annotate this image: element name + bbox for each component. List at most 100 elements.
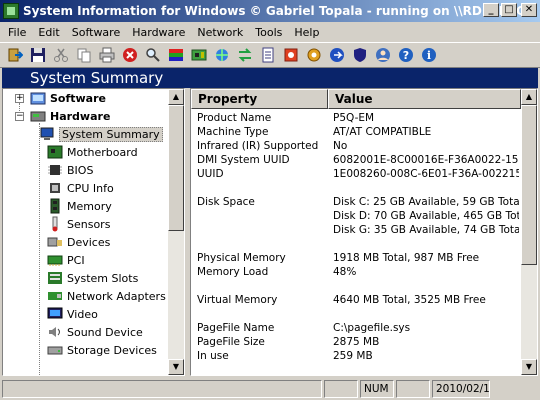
tree-label: Storage Devices <box>67 343 157 357</box>
menu-software[interactable]: Software <box>66 26 127 39</box>
property-cell: UUID <box>197 168 224 180</box>
bios-chip-icon <box>48 165 62 175</box>
save-icon[interactable] <box>27 44 49 66</box>
value-cell: 2875 MB <box>333 336 380 348</box>
property-cell: Disk Space <box>197 196 255 208</box>
property-cell: PageFile Name <box>197 322 275 334</box>
tree-item-video[interactable]: Video <box>47 305 98 323</box>
tree-item-sensors[interactable]: Sensors <box>47 215 110 233</box>
column-header-property[interactable]: Property <box>191 89 328 109</box>
column-header-value[interactable]: Value <box>328 89 521 109</box>
app-icon <box>3 3 19 19</box>
exit-icon[interactable] <box>4 44 26 66</box>
property-cell: DMI System UUID <box>197 154 290 166</box>
close-button[interactable]: ✕ <box>521 3 537 17</box>
scroll-thumb[interactable] <box>168 105 184 231</box>
status-date: 2010/02/13 <box>432 380 490 398</box>
menu-bar: File Edit Software Hardware Network Tool… <box>0 22 540 42</box>
sensors-icon <box>52 216 58 232</box>
tree-item-bios[interactable]: BIOS <box>47 161 93 179</box>
property-cell: Infrared (IR) Supported <box>197 140 319 152</box>
scroll-down-button[interactable]: ▼ <box>168 359 184 375</box>
size-grip-icon[interactable] <box>492 380 504 398</box>
tree-item-storage-devices[interactable]: Storage Devices <box>47 341 157 359</box>
collapse-toggle[interactable]: − <box>15 111 24 121</box>
menu-network[interactable]: Network <box>191 26 249 39</box>
navigation-tree[interactable]: + Software − Hardware System Summary Mot… <box>2 88 185 376</box>
tree-item-cpu-info[interactable]: CPU Info <box>47 179 114 197</box>
tree-node-software[interactable]: + Software <box>15 89 106 107</box>
tree-label: BIOS <box>67 163 94 177</box>
value-cell <box>333 279 519 293</box>
cpu-icon <box>50 183 60 193</box>
tree-item-system-slots[interactable]: System Slots <box>47 269 138 287</box>
minimize-button[interactable]: _ <box>483 3 499 17</box>
tree-item-system-summary[interactable]: System Summary <box>39 125 163 143</box>
document-icon[interactable] <box>257 44 279 66</box>
report-icon[interactable] <box>280 44 302 66</box>
user-icon[interactable] <box>372 44 394 66</box>
value-cell: AT/AT COMPATIBLE <box>333 126 432 138</box>
menu-tools[interactable]: Tools <box>249 26 288 39</box>
tree-label: System Summary <box>59 126 163 142</box>
tree-label: CPU Info <box>67 181 114 195</box>
find-icon[interactable] <box>142 44 164 66</box>
status-num: NUM <box>360 380 394 398</box>
print-icon[interactable] <box>96 44 118 66</box>
sync-icon[interactable] <box>234 44 256 66</box>
tree-label-software: Software <box>50 91 106 105</box>
shield-icon[interactable] <box>349 44 371 66</box>
motherboard-icon <box>47 145 63 159</box>
network-icon[interactable] <box>211 44 233 66</box>
scroll-up-button[interactable]: ▲ <box>521 89 537 105</box>
scroll-down-button[interactable]: ▼ <box>521 359 537 375</box>
menu-file[interactable]: File <box>2 26 32 39</box>
tree-item-pci[interactable]: PCI <box>47 251 85 269</box>
hardware-icon[interactable] <box>188 44 210 66</box>
tree-label: Devices <box>67 235 111 249</box>
value-cell: 48% <box>333 266 357 278</box>
scroll-up-button[interactable]: ▲ <box>168 89 184 105</box>
options-icon[interactable] <box>303 44 325 66</box>
video-icon <box>47 307 63 319</box>
globe-icon[interactable] <box>326 44 348 66</box>
details-list[interactable]: Property Value Product Name P5Q-EM Machine… <box>190 88 538 376</box>
svg-text:i: i <box>427 49 431 62</box>
toolbar: ? i <box>0 42 540 68</box>
tree-label: Video <box>67 307 98 321</box>
title-bar[interactable]: System Information for Windows © Gabriel… <box>0 0 540 22</box>
property-cell: Physical Memory <box>197 252 286 264</box>
tree-node-hardware[interactable]: − Hardware <box>15 107 110 125</box>
tree-label: Memory <box>67 199 112 213</box>
tree-scrollbar[interactable]: ▲ ▼ <box>168 89 184 375</box>
menu-hardware[interactable]: Hardware <box>126 26 191 39</box>
scroll-thumb[interactable] <box>521 105 537 265</box>
tree-item-devices[interactable]: Devices <box>47 233 110 251</box>
tree-label: PCI <box>67 253 85 267</box>
copy-icon[interactable] <box>73 44 95 66</box>
tree-item-memory[interactable]: Memory <box>47 197 112 215</box>
value-cell <box>333 181 519 195</box>
menu-edit[interactable]: Edit <box>32 26 65 39</box>
details-scrollbar[interactable]: ▲ ▼ <box>521 89 537 375</box>
info-icon[interactable]: i <box>418 44 440 66</box>
tree-item-sound-device[interactable]: Sound Device <box>47 323 143 341</box>
stop-icon[interactable] <box>119 44 141 66</box>
value-cell: No <box>333 140 348 152</box>
status-bar: NUM 2010/02/13 <box>0 378 540 400</box>
sound-icon <box>49 327 60 337</box>
expand-toggle[interactable]: + <box>15 93 24 103</box>
help-icon[interactable]: ? <box>395 44 417 66</box>
value-cell <box>333 307 519 321</box>
memory-icon <box>50 198 60 214</box>
menu-help[interactable]: Help <box>288 26 325 39</box>
status-caps <box>324 380 358 398</box>
tree-item-motherboard[interactable]: Motherboard <box>47 143 138 161</box>
property-cell: Product Name <box>197 112 272 124</box>
tree-item-network-adapters[interactable]: Network Adapters <box>47 287 166 305</box>
slots-icon <box>48 272 62 284</box>
maximize-button[interactable]: □ <box>501 3 517 17</box>
value-cell: Disk C: 25 GB Available, 59 GB Total, 2 <box>333 196 519 208</box>
cut-icon[interactable] <box>50 44 72 66</box>
color-bars-icon[interactable] <box>165 44 187 66</box>
